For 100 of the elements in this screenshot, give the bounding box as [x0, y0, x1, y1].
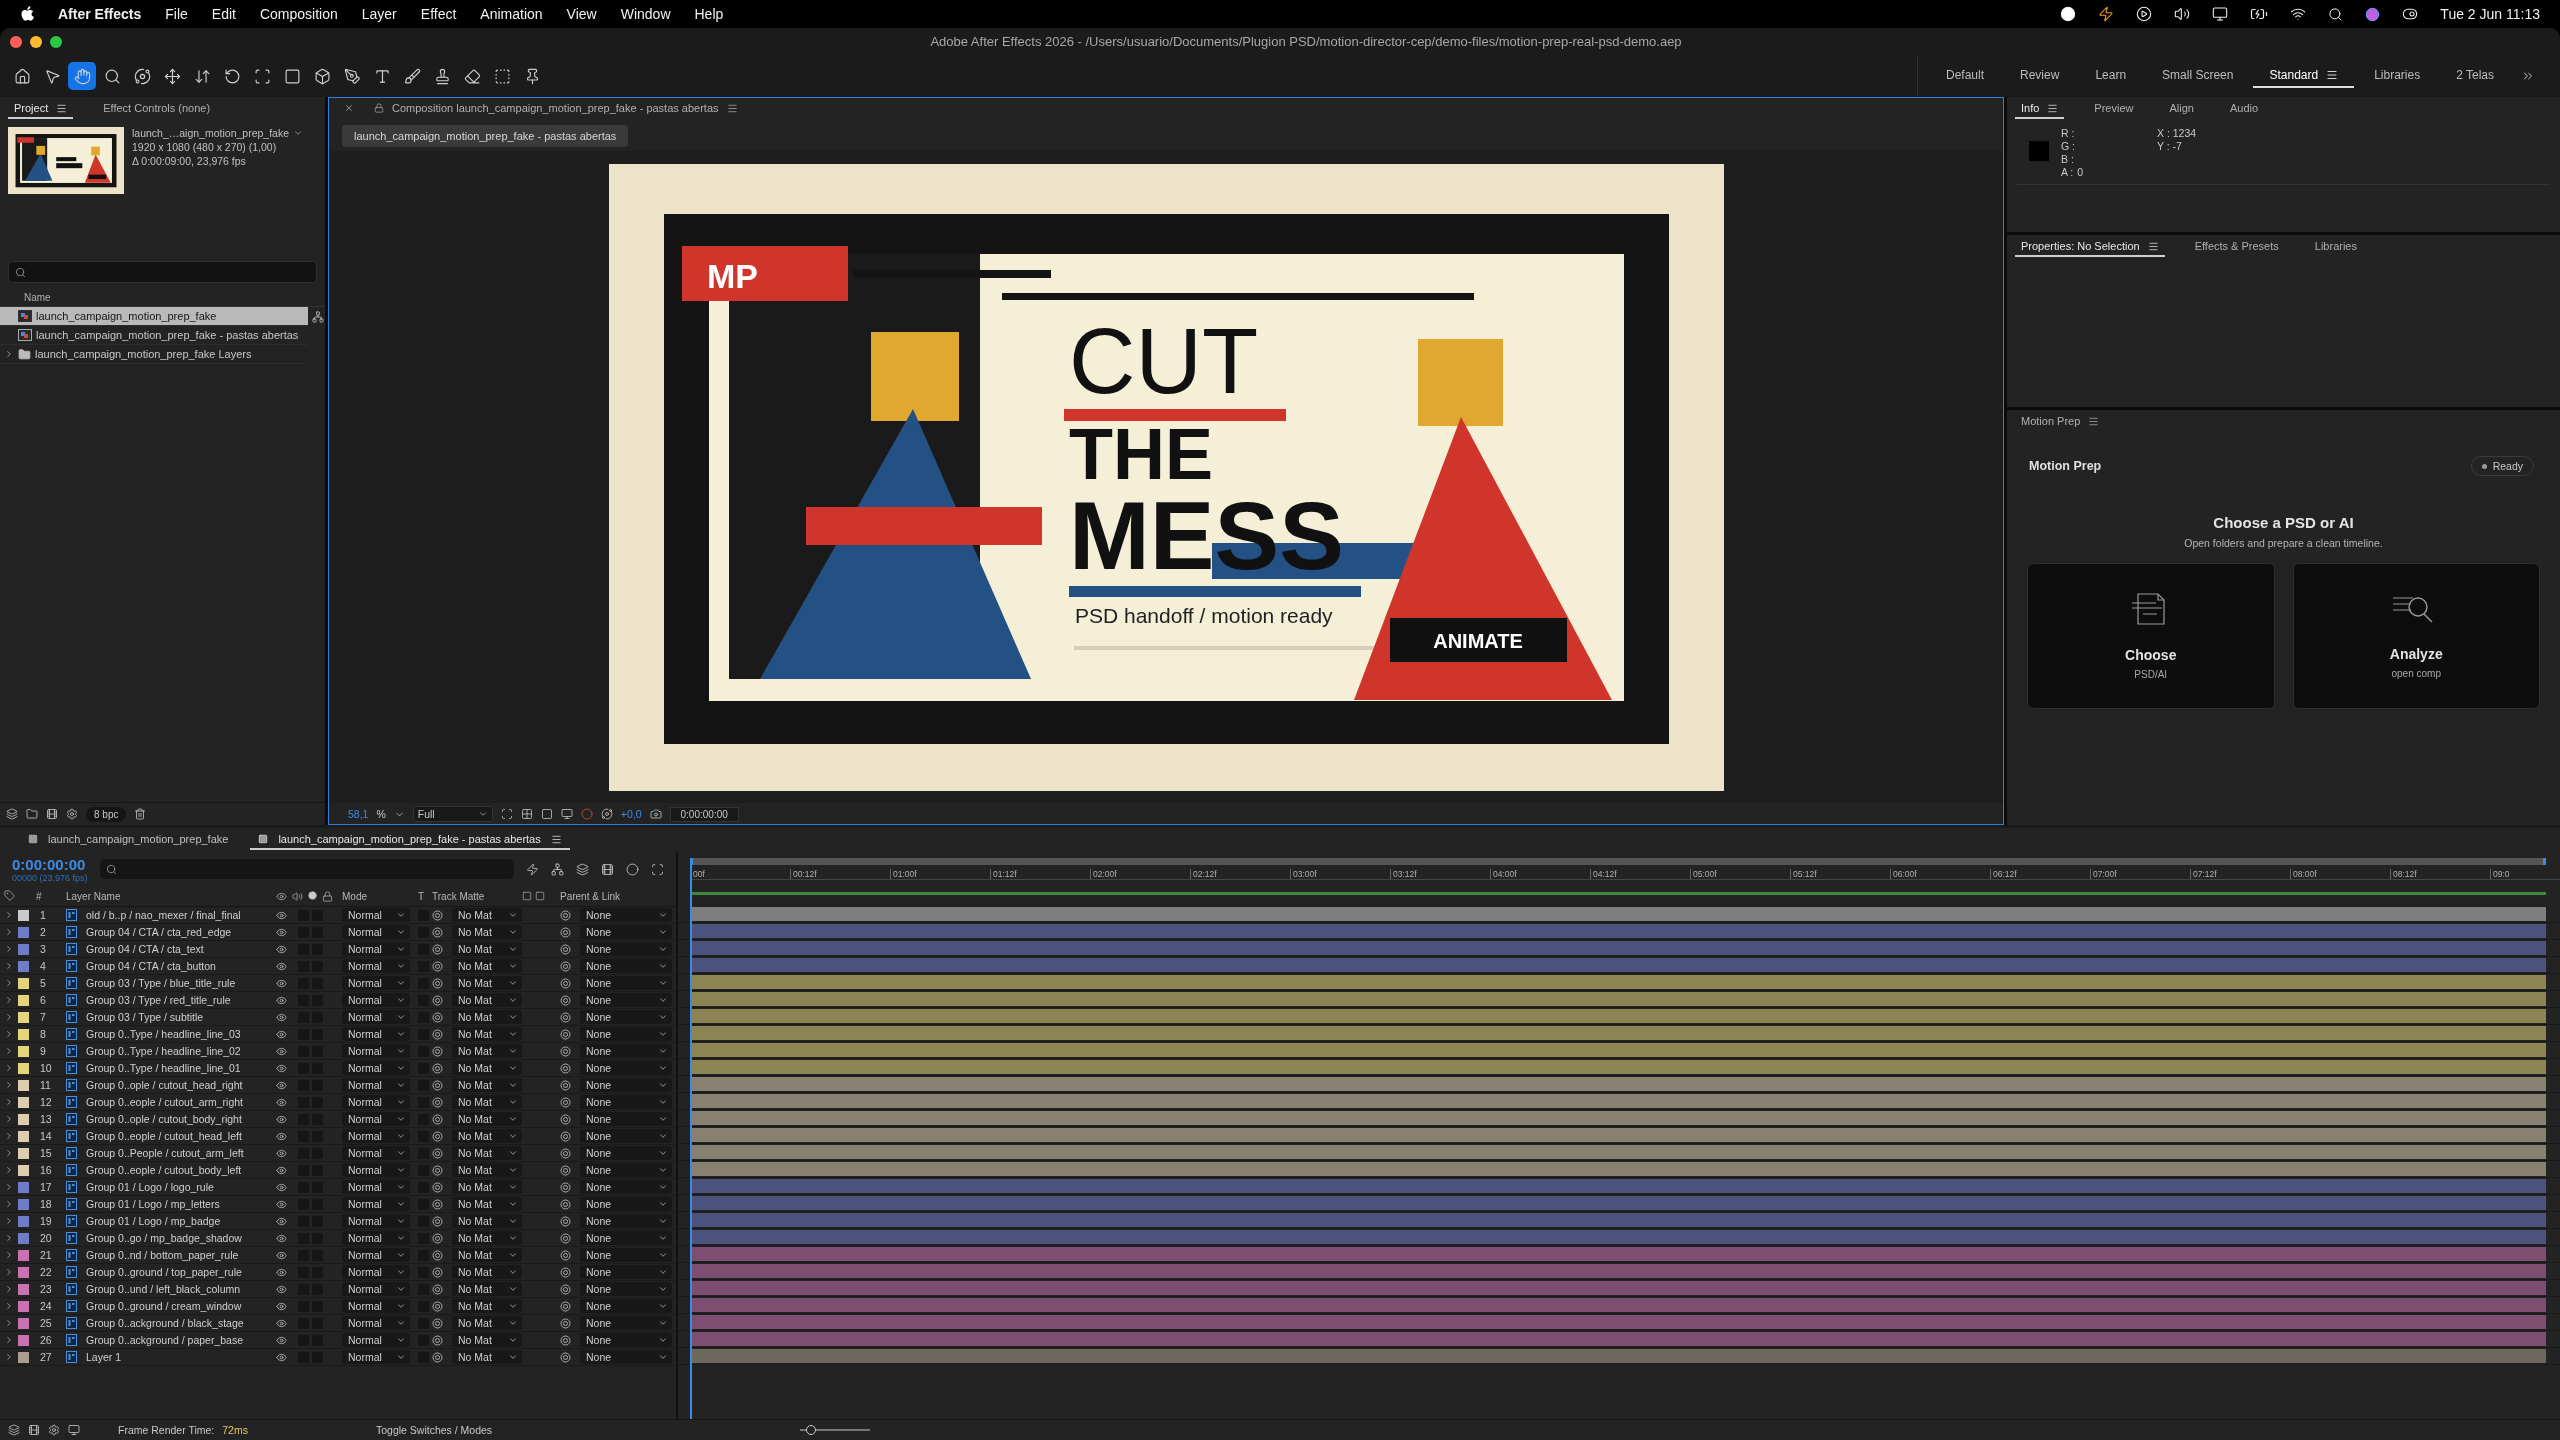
label-swatch[interactable]	[18, 1215, 29, 1227]
track-matte-dropdown[interactable]: No Mat	[452, 993, 522, 1007]
parent-dropdown[interactable]: None	[580, 1095, 672, 1109]
panel-tab[interactable]: Preview	[2088, 99, 2140, 119]
track-matte-dropdown[interactable]: No Mat	[452, 1282, 522, 1296]
parent-dropdown[interactable]: None	[580, 993, 672, 1007]
parent-dropdown[interactable]: None	[580, 1061, 672, 1075]
track-matte-dropdown[interactable]: No Mat	[452, 1316, 522, 1330]
workspace-tab[interactable]: Review	[2004, 64, 2076, 88]
parent-dropdown[interactable]: None	[580, 1146, 672, 1160]
pickwhip-icon[interactable]	[432, 1334, 443, 1346]
parent-dropdown[interactable]: None	[580, 1350, 672, 1364]
label-swatch[interactable]	[18, 1147, 29, 1159]
pickwhip-icon[interactable]	[432, 1011, 443, 1023]
track-matte-dropdown[interactable]: No Mat	[452, 1180, 522, 1194]
pickwhip-icon[interactable]	[432, 1317, 443, 1329]
parent-dropdown[interactable]: None	[580, 1299, 672, 1313]
layer-duration-bar[interactable]	[690, 1281, 2546, 1295]
parent-dropdown[interactable]: None	[580, 1333, 672, 1347]
layer-name[interactable]: Group 01 / Logo / logo_rule	[86, 1181, 276, 1193]
pickwhip-icon[interactable]	[432, 1130, 443, 1142]
menu-item[interactable]: Edit	[211, 6, 236, 22]
menu-item[interactable]: Animation	[480, 6, 543, 22]
apple-icon[interactable]	[20, 6, 34, 22]
parent-dropdown[interactable]: None	[580, 1078, 672, 1092]
layer-name[interactable]: Group 01 / Logo / mp_badge	[86, 1215, 276, 1227]
layer-name[interactable]: Group 0..Type / headline_line_03	[86, 1028, 276, 1040]
pickwhip-icon[interactable]	[560, 943, 571, 955]
layer-duration-bar[interactable]	[690, 1043, 2546, 1057]
track-matte-dropdown[interactable]: No Mat	[452, 1044, 522, 1058]
mode-dropdown[interactable]: Normal	[342, 959, 410, 973]
exposure-value[interactable]: +0,0	[620, 808, 642, 820]
mode-dropdown[interactable]: Normal	[342, 1163, 410, 1177]
layer-duration-bar[interactable]	[690, 907, 2546, 921]
track-matte-dropdown[interactable]: No Mat	[452, 908, 522, 922]
layer-name[interactable]: Group 0..ople / cutout_head_right	[86, 1079, 276, 1091]
pickwhip-icon[interactable]	[560, 1130, 571, 1142]
pickwhip-icon[interactable]	[560, 1181, 571, 1193]
panel-tab[interactable]: Info	[2015, 99, 2065, 119]
track-matte-dropdown[interactable]: No Mat	[452, 925, 522, 939]
layer-name[interactable]: Group 0..Type / headline_line_01	[86, 1062, 276, 1074]
layer-name[interactable]: Group 04 / CTA / cta_red_edge	[86, 926, 276, 938]
pickwhip-icon[interactable]	[560, 1351, 571, 1363]
label-swatch[interactable]	[18, 977, 29, 989]
label-swatch[interactable]	[18, 1351, 29, 1363]
parent-dropdown[interactable]: None	[580, 925, 672, 939]
layer-duration-bar[interactable]	[690, 1298, 2546, 1312]
pickwhip-icon[interactable]	[432, 977, 443, 989]
pickwhip-icon[interactable]	[560, 926, 571, 938]
mode-dropdown[interactable]: Normal	[342, 1265, 410, 1279]
layer-duration-bar[interactable]	[690, 1162, 2546, 1176]
pickwhip-icon[interactable]	[560, 1334, 571, 1346]
track-matte-dropdown[interactable]: No Mat	[452, 1027, 522, 1041]
label-swatch[interactable]	[18, 1283, 29, 1295]
pickwhip-icon[interactable]	[560, 1300, 571, 1312]
action-card[interactable]: Choose PSD/AI	[2027, 563, 2275, 709]
track-matte-dropdown[interactable]: No Mat	[452, 959, 522, 973]
mode-dropdown[interactable]: Normal	[342, 925, 410, 939]
track-matte-dropdown[interactable]: No Mat	[452, 1214, 522, 1228]
menu-item[interactable]: File	[165, 6, 188, 22]
label-swatch[interactable]	[18, 1317, 29, 1329]
pickwhip-icon[interactable]	[560, 1317, 571, 1329]
mode-dropdown[interactable]: Normal	[342, 1316, 410, 1330]
composition-subtab[interactable]: launch_campaign_motion_prep_fake - pastas abertas	[342, 125, 629, 147]
layer-duration-bar[interactable]	[690, 1315, 2546, 1329]
project-item[interactable]: launch_campaign_motion_prep_fake - pastas abertas	[0, 326, 308, 345]
layer-duration-bar[interactable]	[690, 941, 2546, 955]
label-swatch[interactable]	[18, 1181, 29, 1193]
parent-dropdown[interactable]: None	[580, 1197, 672, 1211]
pickwhip-icon[interactable]	[432, 1300, 443, 1312]
mode-dropdown[interactable]: Normal	[342, 1299, 410, 1313]
layer-name[interactable]: Group 03 / Type / red_title_rule	[86, 994, 276, 1006]
zoom-value[interactable]: 58,1	[348, 808, 369, 820]
parent-dropdown[interactable]: None	[580, 976, 672, 990]
mode-dropdown[interactable]: Normal	[342, 1350, 410, 1364]
pickwhip-icon[interactable]	[560, 1045, 571, 1057]
mode-dropdown[interactable]: Normal	[342, 1248, 410, 1262]
label-swatch[interactable]	[18, 1300, 29, 1312]
track-matte-dropdown[interactable]: No Mat	[452, 1146, 522, 1160]
panel-tab[interactable]: Motion Prep	[2015, 412, 2106, 432]
parent-dropdown[interactable]: None	[580, 959, 672, 973]
timeline-tab[interactable]: launch_campaign_motion_prep_fake	[20, 830, 237, 850]
panel-tab[interactable]: Effect Controls (none)	[97, 99, 217, 119]
pickwhip-icon[interactable]	[432, 1232, 443, 1244]
pickwhip-icon[interactable]	[560, 1147, 571, 1159]
track-matte-dropdown[interactable]: No Mat	[452, 1333, 522, 1347]
track-matte-dropdown[interactable]: No Mat	[452, 976, 522, 990]
project-item[interactable]: launch_campaign_motion_prep_fake Layers	[0, 345, 308, 364]
mode-dropdown[interactable]: Normal	[342, 1214, 410, 1228]
layer-name[interactable]: Group 0..eople / cutout_body_left	[86, 1164, 276, 1176]
layer-duration-bar[interactable]	[690, 1145, 2546, 1159]
label-swatch[interactable]	[18, 1045, 29, 1057]
pickwhip-icon[interactable]	[432, 1113, 443, 1125]
track-matte-dropdown[interactable]: No Mat	[452, 1231, 522, 1245]
workspace-tab[interactable]: Standard	[2253, 64, 2355, 88]
parent-dropdown[interactable]: None	[580, 1044, 672, 1058]
pickwhip-icon[interactable]	[432, 1028, 443, 1040]
pickwhip-icon[interactable]	[560, 909, 571, 921]
mode-dropdown[interactable]: Normal	[342, 1231, 410, 1245]
track-matte-dropdown[interactable]: No Mat	[452, 1163, 522, 1177]
